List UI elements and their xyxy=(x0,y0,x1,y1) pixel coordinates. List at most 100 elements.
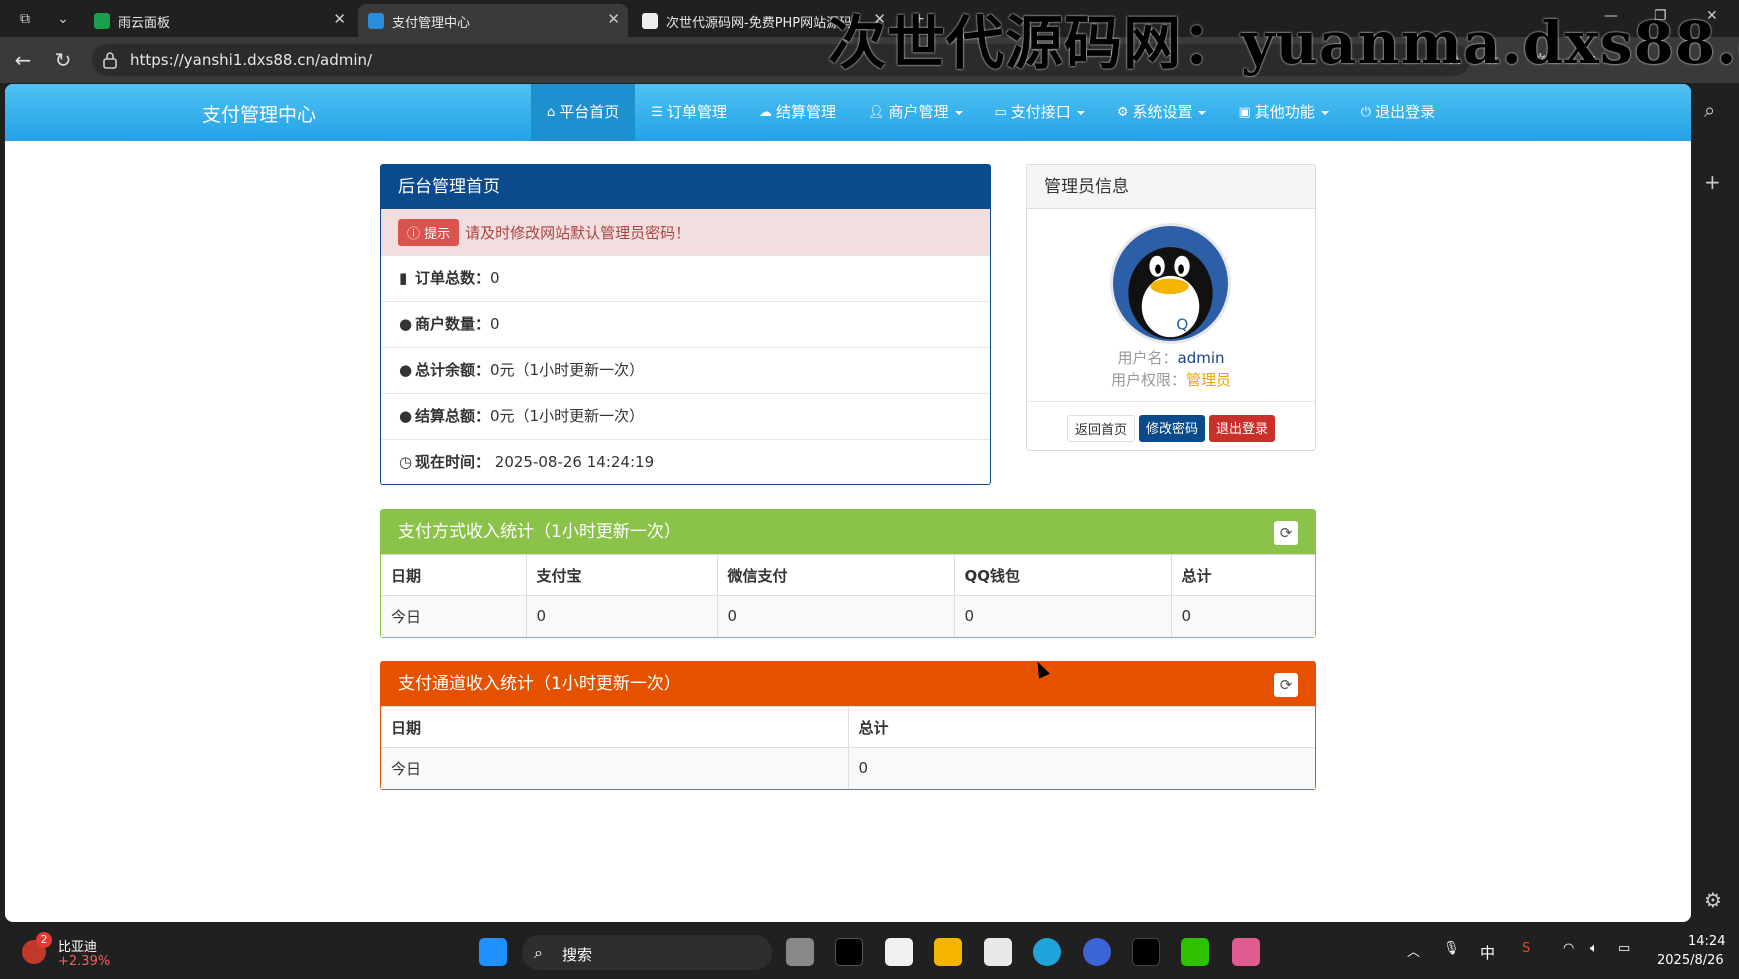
column-header: 微信支付 xyxy=(717,554,955,596)
task-view-icon[interactable] xyxy=(786,938,814,966)
return-home-button[interactable]: 返回首页 xyxy=(1066,415,1135,442)
stat-orders: ▮ 订单总数：0 xyxy=(381,255,990,301)
admin-info-panel: 管理员信息 Q 用户名：admin 用户权限：管理员 返回首页 修改密码 退出登… xyxy=(1026,164,1316,451)
tab-rainyun[interactable]: 雨云面板 ✕ xyxy=(84,4,354,37)
search-placeholder: 搜索 xyxy=(562,946,593,964)
refresh-icon[interactable]: ⟳ xyxy=(1274,673,1298,697)
pay-channel-stats-header: 支付通道收入统计（1小时更新一次） ⟳ xyxy=(381,662,1315,706)
pay-method-table: 日期 支付宝 微信支付 QQ钱包 总计 今日 0 0 0 0 xyxy=(381,554,1315,637)
nav-label: 订单管理 xyxy=(666,103,727,121)
droplet-icon: ● xyxy=(399,315,413,333)
qq-penguin-icon: Q xyxy=(1113,226,1228,341)
reload-icon[interactable]: ↻ xyxy=(50,47,76,73)
browser-window: ⧉ ⌄ 雨云面板 ✕ 支付管理中心 ✕ 次世代源码网-免费PHP网站源码 ✕ +… xyxy=(0,0,1739,979)
workspaces-icon[interactable]: ⧉ xyxy=(14,8,36,30)
stat-time: ◷ 现在时间： 2025-08-26 14:24:19 xyxy=(381,439,990,485)
cube-icon: ▣ xyxy=(1238,105,1251,120)
brand-title[interactable]: 支付管理中心 xyxy=(202,100,316,127)
column-header: 总计 xyxy=(848,706,1315,748)
windows-start-icon[interactable] xyxy=(479,938,507,966)
panel-title: 管理员信息 xyxy=(1027,165,1315,209)
edge-icon[interactable] xyxy=(1033,938,1061,966)
tip-text: 请及时修改网站默认管理员密码！ xyxy=(465,223,691,242)
volume-icon[interactable]: 🔈︎ xyxy=(1590,941,1598,956)
battery-icon[interactable]: ▭ xyxy=(1618,941,1630,956)
store-icon[interactable] xyxy=(984,938,1012,966)
refresh-icon[interactable]: ⟳ xyxy=(1274,521,1298,545)
url-text: https://yanshi1.dxs88.cn/admin/ xyxy=(130,51,373,69)
pay-channel-table: 日期 总计 今日 0 xyxy=(381,706,1315,789)
column-header: 日期 xyxy=(381,554,527,596)
clock-date[interactable]: 2025/8/26 xyxy=(1657,953,1724,968)
username-value: admin xyxy=(1177,349,1225,367)
stat-label: 现在时间： xyxy=(415,453,491,471)
pay-method-stats-header: 支付方式收入统计（1小时更新一次） ⟳ xyxy=(381,510,1315,554)
dashboard-panel: 后台管理首页 ⓘ 提示 请及时修改网站默认管理员密码！ ▮ 订单总数：0 ● 商户数… xyxy=(380,164,991,485)
nav-pay-interface[interactable]: ▭ 支付接口 xyxy=(979,84,1101,141)
column-header: 支付宝 xyxy=(526,554,718,596)
panel-title: 支付方式收入统计（1小时更新一次） xyxy=(398,522,681,542)
role-line: 用户权限：管理员 xyxy=(1027,369,1315,390)
tip-badge-label: 提示 xyxy=(424,226,451,242)
stat-value: 0元（1小时更新一次） xyxy=(490,407,645,425)
capcut-icon[interactable] xyxy=(835,938,863,966)
stat-settlement: ● 结算总额：0元（1小时更新一次） xyxy=(381,393,990,439)
chevron-down-icon xyxy=(954,110,963,115)
cloud-icon: ☁ xyxy=(758,105,772,120)
chevron-up-icon[interactable]: ︿ xyxy=(1407,941,1420,960)
browser-icon[interactable] xyxy=(1083,938,1111,966)
table-row: 今日 0 0 0 0 xyxy=(381,595,1315,637)
droplet-icon: ● xyxy=(399,407,413,425)
shield-icon xyxy=(94,13,110,29)
ime-indicator[interactable]: 中 xyxy=(1480,942,1495,963)
main-menu: ⌂ 平台首页 ☰ 订单管理 ☁ 结算管理 👤︎ 商户管理 ▭ 支付接口 ⚙ 系统设置 ▣ 其他… xyxy=(531,84,1451,141)
table-cell: 0 xyxy=(954,595,1172,637)
password-alert: ⓘ 提示 请及时修改网站默认管理员密码！ xyxy=(381,209,990,255)
gear-icon[interactable]: ⚙ xyxy=(1704,888,1722,912)
close-icon[interactable]: ✕ xyxy=(607,10,620,28)
sogou-icon[interactable]: S xyxy=(1522,941,1530,956)
wifi-icon[interactable]: ◠ xyxy=(1563,941,1574,956)
stat-value: 0 xyxy=(490,315,500,333)
stat-label: 总计余额： xyxy=(415,361,491,379)
table-cell: 0 xyxy=(848,747,1315,789)
microphone-icon[interactable]: 🎙︎ xyxy=(1443,941,1460,956)
table-cell: 今日 xyxy=(381,747,849,789)
nav-orders[interactable]: ☰ 订单管理 xyxy=(635,84,743,141)
nav-settlement[interactable]: ☁ 结算管理 xyxy=(743,84,852,141)
nav-logout[interactable]: ⏻ 退出登录 xyxy=(1345,84,1451,141)
card-icon: ▭ xyxy=(994,105,1007,120)
add-icon[interactable]: + xyxy=(1704,170,1721,194)
wechat-icon[interactable] xyxy=(1181,938,1209,966)
clock-time[interactable]: 14:24 xyxy=(1688,934,1725,949)
stat-label: 结算总额： xyxy=(415,407,491,425)
nav-label: 支付接口 xyxy=(1010,103,1071,121)
pay-method-stats-panel: 支付方式收入统计（1小时更新一次） ⟳ 日期 支付宝 微信支付 QQ钱包 总计 … xyxy=(380,509,1316,638)
file-explorer-icon[interactable] xyxy=(934,938,962,966)
tiktok-icon[interactable] xyxy=(1132,938,1160,966)
logout-button[interactable]: 退出登录 xyxy=(1209,415,1276,442)
nav-settings[interactable]: ⚙ 系统设置 xyxy=(1101,84,1223,141)
table-cell: 0 xyxy=(717,595,955,637)
taskbar-search[interactable]: ⌕ 搜索 xyxy=(522,935,772,970)
change-password-button[interactable]: 修改密码 xyxy=(1138,415,1205,442)
panel-title: 支付通道收入统计（1小时更新一次） xyxy=(398,674,681,694)
nav-label: 结算管理 xyxy=(775,103,836,121)
table-cell: 0 xyxy=(1171,595,1315,637)
nav-home[interactable]: ⌂ 平台首页 xyxy=(531,84,636,141)
app-icon[interactable] xyxy=(1232,938,1260,966)
notepad-icon[interactable] xyxy=(885,938,913,966)
nav-other[interactable]: ▣ 其他功能 xyxy=(1222,84,1344,141)
nav-merchants[interactable]: 👤︎ 商户管理 xyxy=(852,84,979,141)
close-icon[interactable]: ✕ xyxy=(333,10,346,28)
tab-list-chevron-icon[interactable]: ⌄ xyxy=(52,8,74,30)
column-header: QQ钱包 xyxy=(954,554,1172,596)
tip-badge: ⓘ 提示 xyxy=(398,218,460,246)
page-viewport: 支付管理中心 ⌂ 平台首页 ☰ 订单管理 ☁ 结算管理 👤︎ 商户管理 ▭ 支付接口 ⚙ 系… xyxy=(5,84,1691,922)
role-value: 管理员 xyxy=(1186,371,1232,389)
back-icon[interactable]: ← xyxy=(10,47,36,73)
bar-chart-icon: ▮ xyxy=(399,269,408,287)
tab-payment-center[interactable]: 支付管理中心 ✕ xyxy=(358,4,628,37)
search-icon[interactable]: ⌕ xyxy=(1704,98,1715,122)
stat-value: 2025-08-26 14:24:19 xyxy=(494,453,655,471)
